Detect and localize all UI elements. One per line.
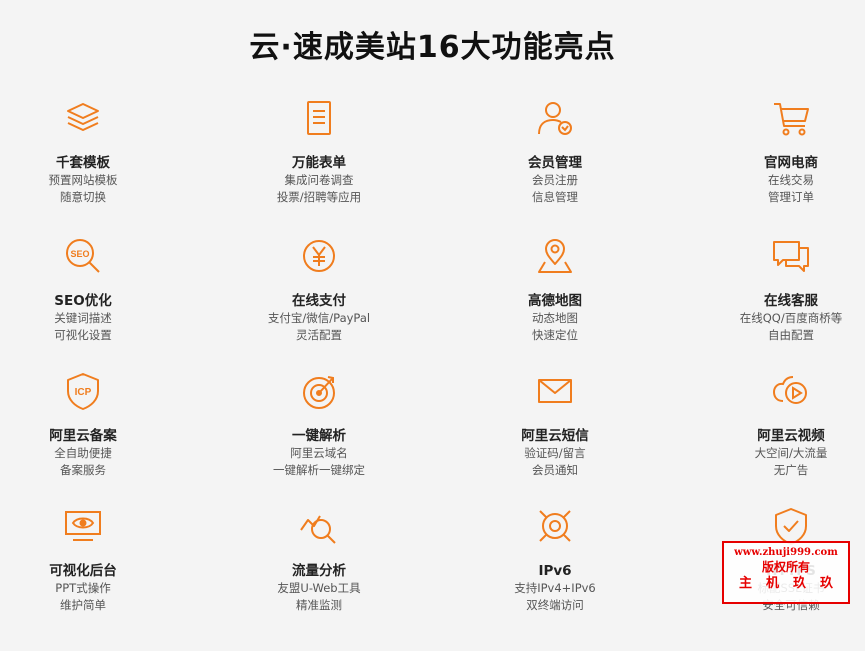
map-pin-icon [533, 234, 577, 278]
feature-admin[interactable]: 可视化后台 PPT式操作 维护简单 [0, 504, 183, 614]
feature-desc: 可视化设置 [54, 328, 112, 342]
feature-dns[interactable]: 一键解析 阿里云域名 一键解析一键绑定 [219, 369, 419, 479]
feature-forms[interactable]: 万能表单 集成问卷调查 投票/招聘等应用 [219, 96, 419, 206]
feature-desc: 友盟U-Web工具 [277, 581, 361, 595]
mail-icon [533, 369, 577, 413]
feature-desc: 维护简单 [60, 598, 106, 612]
feature-name: IPv6 [538, 563, 572, 579]
feature-desc: 投票/招聘等应用 [276, 190, 362, 204]
yen-icon [297, 234, 341, 278]
feature-desc: 关键词描述 [54, 311, 112, 325]
feature-map[interactable]: 高德地图 动态地图 快速定位 [455, 234, 655, 344]
target-icon [297, 369, 341, 413]
watermark-copyright: 版权所有 [761, 560, 810, 574]
feature-desc: 双终端访问 [526, 598, 584, 612]
watermark-brand: 主机玖玖 [738, 576, 847, 591]
feature-name: 可视化后台 [49, 563, 117, 579]
feature-name: 在线客服 [764, 293, 818, 309]
feature-desc: 预置网站模板 [48, 173, 118, 187]
feature-analytics[interactable]: 流量分析 友盟U-Web工具 精准监测 [219, 504, 419, 614]
icp-icon: ICP [61, 369, 105, 413]
feature-name: 一键解析 [292, 428, 346, 444]
feature-desc: 快速定位 [532, 328, 578, 342]
feature-desc: 阿里云域名 [290, 446, 348, 460]
seo-icon: SEO [61, 234, 105, 278]
feature-sms[interactable]: 阿里云短信 验证码/留言 会员通知 [455, 369, 655, 479]
feature-desc: 管理订单 [768, 190, 814, 204]
feature-name: 万能表单 [292, 155, 346, 171]
feature-name: 流量分析 [292, 563, 346, 579]
feature-desc: 精准监测 [296, 598, 342, 612]
svg-text:ICP: ICP [75, 387, 92, 398]
feature-templates[interactable]: 千套模板 预置网站模板 随意切换 [0, 96, 183, 206]
feature-desc: PPT式操作 [55, 581, 111, 595]
feature-name: 阿里云备案 [49, 428, 117, 444]
svg-text:SEO: SEO [70, 249, 89, 259]
feature-desc: 一键解析一键绑定 [273, 463, 365, 477]
feature-name: 会员管理 [528, 155, 582, 171]
feature-desc: 备案服务 [60, 463, 106, 477]
feature-desc: 支持IPv4+IPv6 [514, 581, 596, 595]
cart-icon [769, 96, 813, 140]
layers-icon [61, 96, 105, 140]
video-icon [769, 369, 813, 413]
feature-desc: 在线交易 [768, 173, 814, 187]
feature-desc: 支付宝/微信/PayPal [267, 311, 371, 325]
feature-video[interactable]: 阿里云视频 大空间/大流量 无广告 [691, 369, 865, 479]
feature-icp[interactable]: ICP 阿里云备案 全自助便捷 备案服务 [0, 369, 183, 479]
feature-name: 阿里云视频 [757, 428, 825, 444]
feature-ecommerce[interactable]: 官网电商 在线交易 管理订单 [691, 96, 865, 206]
form-icon [297, 96, 341, 140]
feature-name: 在线支付 [292, 293, 346, 309]
feature-desc: 无广告 [773, 463, 809, 477]
feature-name: 官网电商 [764, 155, 818, 171]
feature-desc: 在线QQ/百度商桥等 [739, 311, 843, 325]
chat-icon [769, 234, 813, 278]
feature-desc: 自由配置 [768, 328, 814, 342]
feature-name: 高德地图 [528, 293, 582, 309]
feature-desc: 会员通知 [532, 463, 578, 477]
feature-name: 阿里云短信 [521, 428, 589, 444]
page-title: 云·速成美站16大功能亮点 [249, 30, 616, 65]
feature-desc: 随意切换 [60, 190, 106, 204]
watermark-url: www.zhuji999.com [734, 547, 838, 558]
feature-service[interactable]: 在线客服 在线QQ/百度商桥等 自由配置 [691, 234, 865, 344]
feature-seo[interactable]: SEO SEO优化 关键词描述 可视化设置 [0, 234, 183, 344]
feature-desc: 验证码/留言 [524, 446, 586, 460]
feature-desc: 会员注册 [532, 173, 578, 187]
feature-desc: 全自助便捷 [54, 446, 112, 460]
analytics-icon [297, 504, 341, 548]
watermark-stamp: www.zhuji999.com 版权所有 主机玖玖 [722, 541, 850, 604]
feature-name: SEO优化 [54, 293, 112, 309]
feature-name: 千套模板 [56, 155, 110, 171]
feature-desc: 动态地图 [532, 311, 578, 325]
member-icon [533, 96, 577, 140]
feature-desc: 灵活配置 [296, 328, 342, 342]
ipv6-icon [533, 504, 577, 548]
feature-desc: 集成问卷调查 [284, 173, 354, 187]
feature-desc: 信息管理 [532, 190, 578, 204]
monitor-icon [61, 504, 105, 548]
feature-members[interactable]: 会员管理 会员注册 信息管理 [455, 96, 655, 206]
feature-ipv6[interactable]: IPv6 支持IPv4+IPv6 双终端访问 [455, 504, 655, 614]
feature-desc: 大空间/大流量 [754, 446, 828, 460]
feature-payment[interactable]: 在线支付 支付宝/微信/PayPal 灵活配置 [219, 234, 419, 344]
